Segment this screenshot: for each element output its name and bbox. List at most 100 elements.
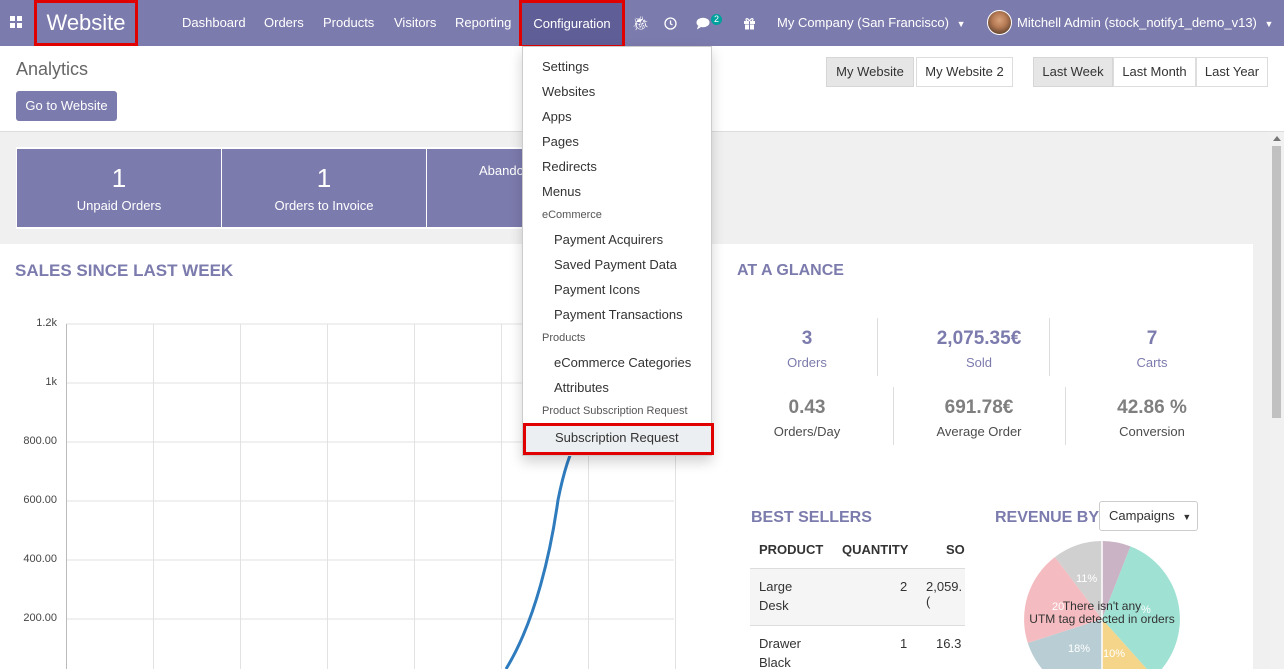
product-name-line-2: Desk — [759, 598, 789, 613]
tile-value: 1 — [111, 163, 127, 193]
menu-dashboard[interactable]: Dashboard — [182, 0, 246, 46]
menu-item-menus[interactable]: Menus — [542, 184, 581, 199]
menu-reporting[interactable]: Reporting — [455, 0, 511, 46]
tile-orders-to-invoice[interactable]: 1 Orders to Invoice — [222, 149, 426, 227]
stat-orders-per-day-label: Orders/Day — [773, 424, 841, 439]
menu-products[interactable]: Products — [323, 0, 374, 46]
y-tick-label: 200.00 — [23, 612, 57, 624]
scrollbar-thumb[interactable] — [1272, 146, 1281, 418]
messages-count-badge: 2 — [711, 14, 723, 25]
app-brand[interactable]: Website — [34, 0, 138, 46]
menu-visitors[interactable]: Visitors — [394, 0, 436, 46]
period-last-week[interactable]: Last Week — [1033, 57, 1113, 87]
company-switcher[interactable]: My Company (San Francisco) ▼ — [777, 0, 966, 46]
product-name-line-1: Large — [759, 579, 793, 594]
user-avatar[interactable] — [987, 10, 1012, 35]
revenue-empty-message: There isn't any UTM tag detected in orde… — [1024, 600, 1180, 626]
scroll-up-arrow-icon[interactable] — [1273, 136, 1281, 141]
messages-icon[interactable] — [696, 0, 711, 46]
pie-slice-label: 18% — [1068, 643, 1090, 655]
vertical-scrollbar[interactable] — [1270, 132, 1284, 669]
user-name: Mitchell Admin (stock_notify1_demo_v13) — [1017, 15, 1257, 30]
pie-slice-label: 10% — [1103, 648, 1125, 660]
stat-conversion-value: 42.86 % — [1117, 397, 1187, 418]
divider — [877, 318, 878, 376]
revenue-title: REVENUE BY — [995, 509, 1100, 526]
stat-average-order-value: 691.78€ — [944, 397, 1014, 418]
menu-item-websites[interactable]: Websites — [542, 84, 595, 99]
pie-slice-label: 11% — [1076, 573, 1097, 585]
website-button-my-website[interactable]: My Website — [826, 57, 914, 87]
menu-item-payment-acquirers[interactable]: Payment Acquirers — [554, 232, 663, 247]
menu-configuration[interactable]: Configuration — [519, 0, 625, 48]
period-last-year[interactable]: Last Year — [1196, 57, 1268, 87]
product-sold: 2,059.( — [926, 579, 963, 609]
menu-item-payment-transactions[interactable]: Payment Transactions — [554, 307, 683, 322]
column-header-product: PRODUCT — [759, 542, 824, 557]
divider — [893, 387, 894, 445]
menu-item-pages[interactable]: Pages — [542, 134, 579, 149]
tile-unpaid-orders[interactable]: 1 Unpaid Orders — [17, 149, 221, 227]
go-to-website-button[interactable]: Go to Website — [16, 91, 117, 121]
product-quantity: 2 — [900, 579, 908, 594]
tile-abandoned-carts[interactable]: Abando — [427, 149, 524, 227]
product-sold: 16.3 — [936, 636, 962, 651]
product-name-line-1: Drawer — [759, 636, 801, 651]
tile-value: 1 — [316, 163, 332, 193]
sales-title: SALES SINCE LAST WEEK — [15, 261, 234, 280]
y-tick-label: 1k — [45, 376, 57, 388]
y-tick-label: 400.00 — [23, 553, 57, 565]
stat-orders-per-day-value: 0.43 — [788, 397, 826, 418]
menu-item-payment-icons[interactable]: Payment Icons — [554, 282, 640, 297]
menu-item-apps[interactable]: Apps — [542, 109, 572, 124]
empty-message-line-2: UTM tag detected in orders — [1029, 612, 1175, 626]
menu-section-product-subscription-request: Product Subscription Request — [542, 405, 688, 417]
menu-section-products: Products — [542, 332, 586, 344]
menu-item-redirects[interactable]: Redirects — [542, 159, 597, 174]
top-navbar: Website Dashboard Orders Products Visito… — [0, 0, 1284, 48]
product-quantity: 1 — [900, 636, 908, 651]
app-switcher-icon[interactable] — [10, 16, 22, 28]
y-tick-label: 800.00 — [23, 435, 57, 447]
sales-series-line — [504, 437, 580, 669]
revenue-dimension-select[interactable]: Campaigns ▼ — [1099, 501, 1198, 531]
tile-label: Abando — [479, 163, 524, 178]
stat-sold-link[interactable]: Sold — [909, 355, 1049, 370]
caret-down-icon: ▼ — [1182, 512, 1192, 522]
stat-sold-value: 2,075.35€ — [936, 328, 1022, 349]
user-menu[interactable]: Mitchell Admin (stock_notify1_demo_v13) … — [1017, 0, 1273, 46]
activity-clock-icon[interactable] — [664, 0, 677, 46]
menu-section-ecommerce: eCommerce — [542, 209, 602, 221]
tile-label: Orders to Invoice — [274, 198, 374, 213]
menu-item-attributes[interactable]: Attributes — [554, 380, 609, 395]
configuration-dropdown-menu: Settings Websites Apps Pages Redirects M… — [522, 46, 712, 456]
divider — [1065, 387, 1066, 445]
caret-down-icon: ▼ — [956, 19, 966, 29]
stat-conversion-label: Conversion — [1119, 424, 1185, 439]
company-name: My Company (San Francisco) — [777, 15, 949, 30]
menu-orders[interactable]: Orders — [264, 0, 304, 46]
bug-icon[interactable]: 🐞︎ — [632, 0, 650, 46]
column-header-quantity: QUANTITY — [842, 542, 909, 557]
y-tick-label: 1.2k — [36, 317, 57, 329]
table-row[interactable]: Drawer Black 1 16.3 — [750, 625, 965, 669]
website-button-my-website-2[interactable]: My Website 2 — [916, 57, 1013, 87]
table-row[interactable]: Large Desk 2 2,059.( — [750, 568, 965, 625]
stat-orders-link[interactable]: Orders — [737, 355, 877, 370]
tile-label: Unpaid Orders — [76, 198, 162, 213]
caret-down-icon: ▼ — [1264, 19, 1274, 29]
product-name-line-2: Black — [759, 655, 791, 669]
period-last-month[interactable]: Last Month — [1113, 57, 1196, 87]
divider — [1049, 318, 1050, 376]
best-sellers-title: BEST SELLERS — [751, 509, 872, 526]
menu-item-label: Subscription Request — [555, 430, 679, 445]
menu-item-ecommerce-categories[interactable]: eCommerce Categories — [554, 355, 691, 370]
menu-item-subscription-request[interactable]: Subscription Request — [523, 423, 714, 455]
menu-item-settings[interactable]: Settings — [542, 59, 589, 74]
gift-icon[interactable] — [743, 0, 756, 46]
stat-carts-link[interactable]: Carts — [1082, 355, 1222, 370]
glance-title: AT A GLANCE — [737, 262, 844, 279]
menu-item-saved-payment-data[interactable]: Saved Payment Data — [554, 257, 677, 272]
stat-carts-value: 7 — [1146, 328, 1158, 349]
select-value: Campaigns — [1109, 508, 1175, 523]
